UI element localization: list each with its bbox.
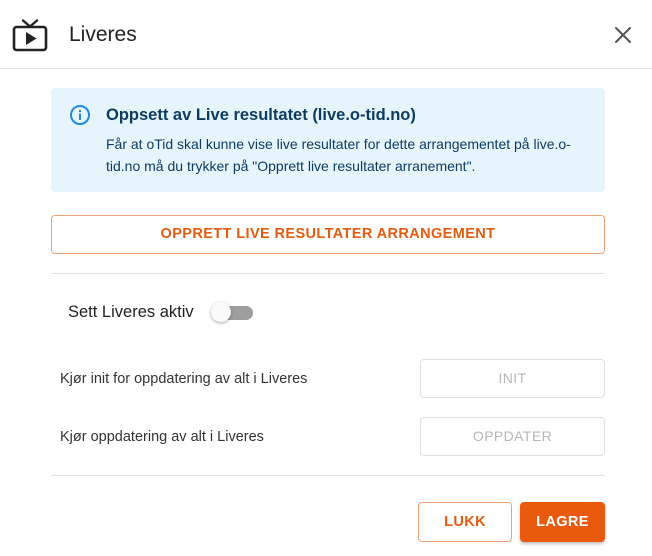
liveres-dialog: Liveres Oppsett av Live resultatet (live… [0,0,652,556]
init-button[interactable]: INIT [420,359,605,398]
close-button[interactable]: LUKK [418,502,512,542]
close-icon[interactable] [610,22,636,48]
live-tv-icon [12,19,48,53]
update-row-label: Kjør oppdatering av alt i Liveres [60,429,264,445]
save-button[interactable]: LAGRE [520,502,605,542]
init-row-label: Kjør init for oppdatering av alt i Liver… [60,371,308,387]
info-alert: Oppsett av Live resultatet (live.o-tid.n… [51,88,605,192]
create-live-results-button[interactable]: OPPRETT LIVE RESULTATER ARRANGEMENT [51,215,605,254]
liveres-active-label: Sett Liveres aktiv [68,303,194,321]
info-title: Oppsett av Live resultatet (live.o-tid.n… [106,106,416,124]
divider [51,273,605,274]
divider [51,475,605,476]
toggle-knob [211,302,231,322]
info-icon [69,104,91,126]
info-text: Får at oTid skal kunne vise live resulta… [106,136,571,174]
update-button[interactable]: OPPDATER [420,417,605,456]
dialog-header: Liveres [0,0,652,69]
liveres-active-toggle[interactable] [211,301,257,323]
dialog-title: Liveres [69,23,137,46]
